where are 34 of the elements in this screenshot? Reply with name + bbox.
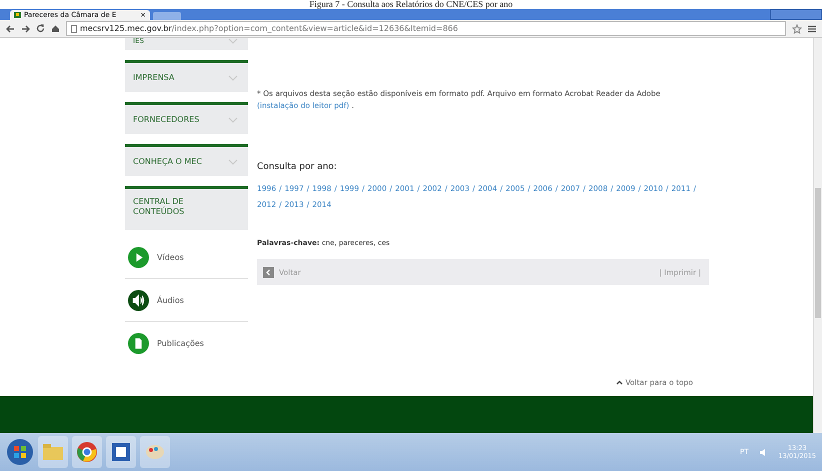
menu-icon[interactable]: [808, 24, 816, 32]
paint-palette-icon: [145, 444, 165, 460]
media-link[interactable]: Vídeos: [157, 252, 184, 262]
chevron-left-icon: [263, 266, 274, 278]
chevron-down-icon: [228, 116, 238, 122]
star-icon[interactable]: [792, 24, 802, 34]
forward-arrow-icon[interactable]: [21, 24, 30, 32]
chevron-up-icon: [616, 380, 622, 384]
address-field[interactable]: mecsrv125.mec.gov.br/index.php?option=com_content&view=article&id=12636&Itemid=866: [66, 21, 786, 36]
media-link[interactable]: Publicações: [157, 338, 204, 348]
speaker-icon: [128, 290, 149, 310]
back-arrow-icon[interactable]: [6, 24, 15, 32]
play-icon: [128, 246, 149, 268]
page-icon: [71, 24, 77, 32]
sidebar-menu-item[interactable]: CENTRAL DE CONTEÚDOS: [125, 186, 248, 230]
chevron-down-icon: [228, 74, 238, 80]
scrollbar[interactable]: [813, 38, 822, 433]
taskbar-app-button[interactable]: [72, 436, 102, 468]
document-icon: [128, 332, 149, 354]
sidebar-menu-item[interactable]: FORNECEDORES: [125, 102, 248, 134]
sidebar-menu-item[interactable]: CONHEÇA O MEC: [125, 144, 248, 176]
favicon-icon: [14, 12, 21, 18]
figure-caption: Figura 7 - Consulta aos Relatórios do CNE/CES por ano: [309, 0, 513, 9]
browser-icon: [77, 442, 97, 462]
media-link[interactable]: Áudios: [157, 296, 184, 304]
home-icon[interactable]: [51, 24, 60, 33]
chevron-down-icon: [228, 158, 238, 164]
document-icon: [112, 443, 130, 461]
sidebar-menu-item[interactable]: IMPRENSA: [125, 60, 248, 92]
taskbar-app-button[interactable]: [106, 436, 136, 468]
section-heading: Consulta por ano:: [257, 162, 338, 172]
reload-icon[interactable]: [36, 24, 45, 33]
start-button[interactable]: [6, 438, 34, 466]
folder-icon: [43, 444, 63, 460]
